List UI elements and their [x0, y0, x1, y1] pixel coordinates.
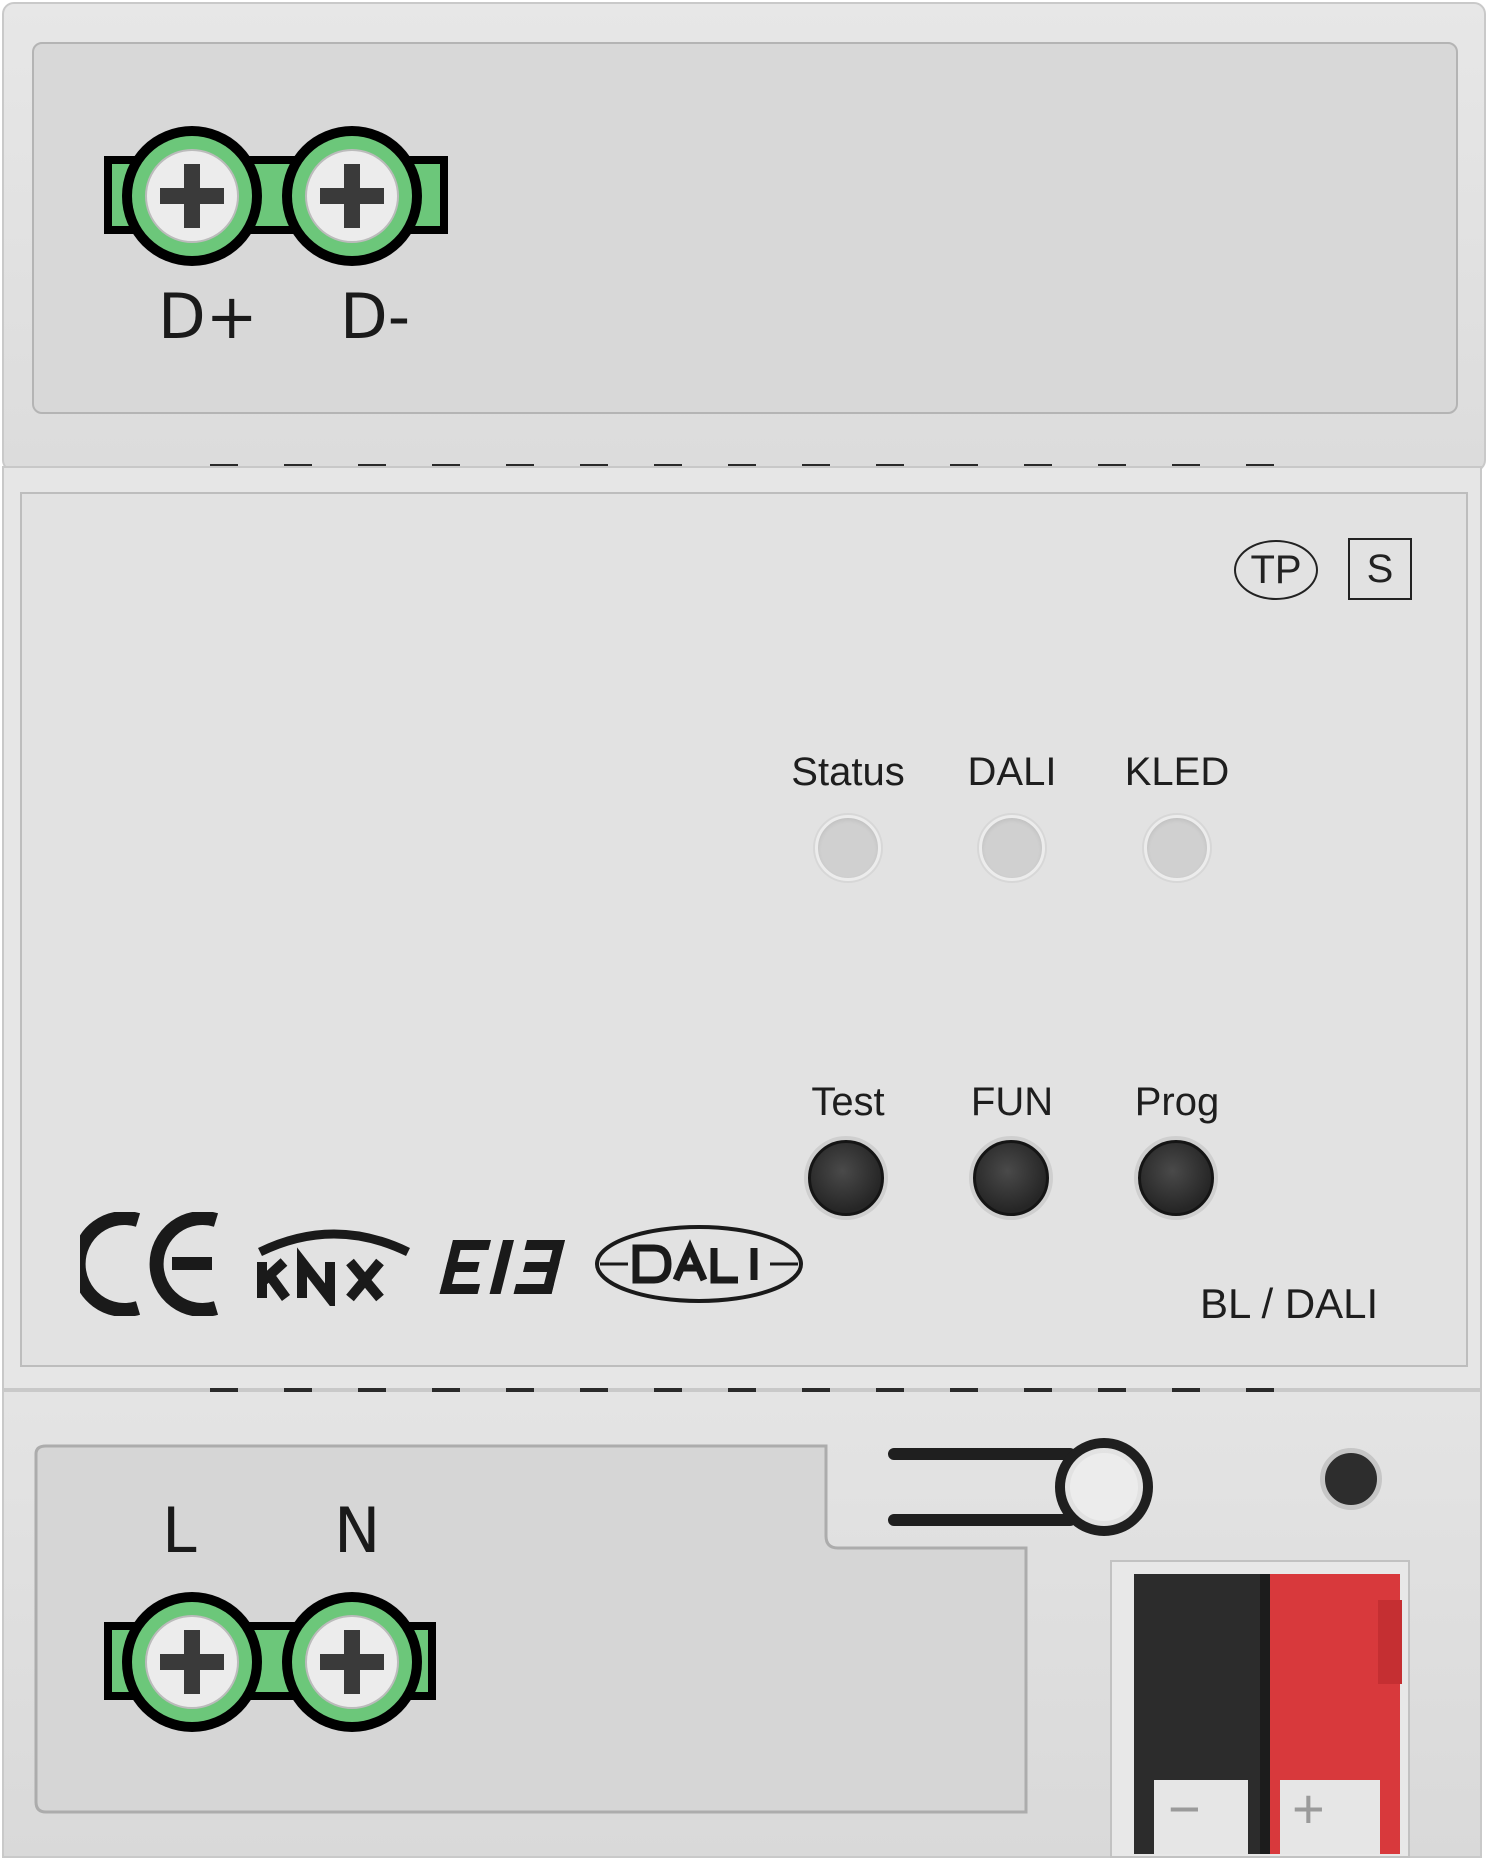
terminal-label-l: L	[162, 1494, 197, 1567]
connector-minus-label: −	[1168, 1777, 1201, 1840]
terminal-label-n: N	[334, 1494, 381, 1567]
screw-icon	[145, 149, 239, 243]
screw-icon	[145, 1615, 239, 1709]
screw-icon	[305, 149, 399, 243]
eib-logo	[439, 1240, 566, 1294]
button-label-test: Test	[811, 1080, 885, 1124]
kled-led	[1144, 815, 1210, 881]
status-led	[815, 815, 881, 881]
led-label-status: Status	[791, 750, 905, 794]
dali-gateway-device: D+ D- TP S Status DALI KLED Test FUN Pro…	[0, 0, 1488, 1860]
prog-button[interactable]	[1138, 1140, 1214, 1216]
s-badge: S	[1348, 538, 1412, 600]
mounting-hole	[1320, 1448, 1382, 1510]
model-label: BL / DALI	[1200, 1280, 1379, 1327]
button-label-prog: Prog	[1134, 1080, 1220, 1124]
tp-badge: TP	[1234, 540, 1318, 600]
ce-mark-logo	[80, 1212, 219, 1316]
knx-logo	[257, 1229, 410, 1306]
din-rail-clip[interactable]	[888, 1432, 1158, 1542]
connector-plus-label: +	[1292, 1777, 1325, 1840]
test-button[interactable]	[808, 1140, 884, 1216]
button-label-fun: FUN	[970, 1080, 1054, 1124]
led-label-kled: KLED	[1124, 750, 1230, 794]
dali-terminal-block	[104, 126, 448, 266]
terminal-label-dminus: D-	[340, 280, 411, 353]
dali-logo	[595, 1225, 803, 1303]
screw-icon	[305, 1615, 399, 1709]
terminal-label-dplus: D+	[158, 280, 258, 353]
fun-button[interactable]	[973, 1140, 1049, 1216]
dali-led	[979, 815, 1045, 881]
vent-slots-bottom	[210, 1388, 1280, 1392]
led-label-dali: DALI	[967, 750, 1057, 794]
power-terminal-block	[104, 1592, 436, 1732]
